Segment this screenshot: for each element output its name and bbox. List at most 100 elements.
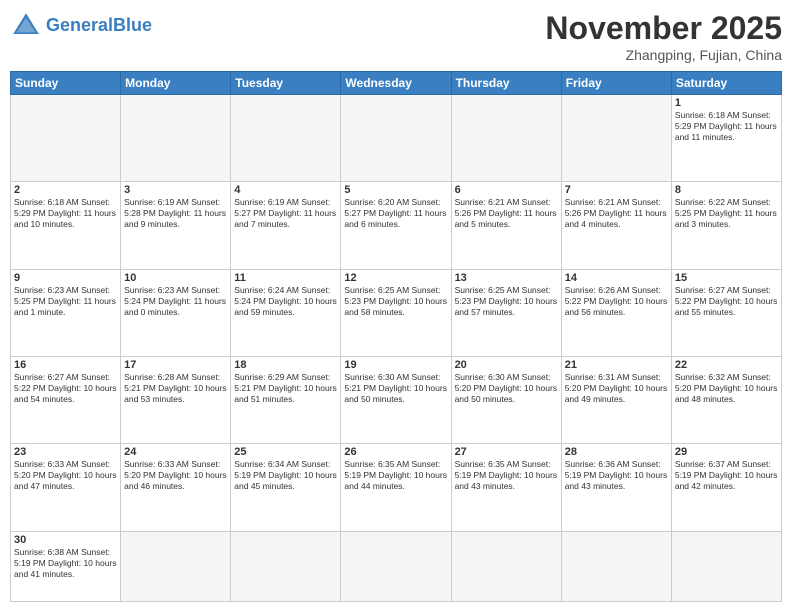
table-row	[341, 531, 451, 601]
table-row	[121, 531, 231, 601]
day-info: Sunrise: 6:35 AM Sunset: 5:19 PM Dayligh…	[455, 459, 558, 492]
day-info: Sunrise: 6:25 AM Sunset: 5:23 PM Dayligh…	[344, 285, 447, 318]
calendar-week-row: 30Sunrise: 6:38 AM Sunset: 5:19 PM Dayli…	[11, 531, 782, 601]
day-info: Sunrise: 6:32 AM Sunset: 5:20 PM Dayligh…	[675, 372, 778, 405]
table-row: 3Sunrise: 6:19 AM Sunset: 5:28 PM Daylig…	[121, 182, 231, 269]
day-number: 20	[455, 359, 558, 371]
table-row: 12Sunrise: 6:25 AM Sunset: 5:23 PM Dayli…	[341, 269, 451, 356]
table-row: 13Sunrise: 6:25 AM Sunset: 5:23 PM Dayli…	[451, 269, 561, 356]
day-info: Sunrise: 6:34 AM Sunset: 5:19 PM Dayligh…	[234, 459, 337, 492]
table-row	[671, 531, 781, 601]
table-row: 26Sunrise: 6:35 AM Sunset: 5:19 PM Dayli…	[341, 444, 451, 531]
table-row: 7Sunrise: 6:21 AM Sunset: 5:26 PM Daylig…	[561, 182, 671, 269]
logo-text: GeneralBlue	[46, 16, 152, 36]
day-number: 9	[14, 272, 117, 284]
day-info: Sunrise: 6:38 AM Sunset: 5:19 PM Dayligh…	[14, 547, 117, 580]
table-row	[231, 531, 341, 601]
calendar-table: Sunday Monday Tuesday Wednesday Thursday…	[10, 71, 782, 602]
day-number: 4	[234, 184, 337, 196]
calendar-week-row: 1Sunrise: 6:18 AM Sunset: 5:29 PM Daylig…	[11, 95, 782, 182]
month-title: November 2025	[545, 10, 782, 47]
table-row: 14Sunrise: 6:26 AM Sunset: 5:22 PM Dayli…	[561, 269, 671, 356]
calendar-week-row: 9Sunrise: 6:23 AM Sunset: 5:25 PM Daylig…	[11, 269, 782, 356]
table-row	[231, 95, 341, 182]
day-number: 18	[234, 359, 337, 371]
logo: GeneralBlue	[10, 10, 152, 42]
table-row: 18Sunrise: 6:29 AM Sunset: 5:21 PM Dayli…	[231, 356, 341, 443]
day-number: 19	[344, 359, 447, 371]
day-info: Sunrise: 6:25 AM Sunset: 5:23 PM Dayligh…	[455, 285, 558, 318]
table-row: 29Sunrise: 6:37 AM Sunset: 5:19 PM Dayli…	[671, 444, 781, 531]
day-number: 28	[565, 446, 668, 458]
table-row: 16Sunrise: 6:27 AM Sunset: 5:22 PM Dayli…	[11, 356, 121, 443]
col-saturday: Saturday	[671, 72, 781, 95]
day-info: Sunrise: 6:18 AM Sunset: 5:29 PM Dayligh…	[14, 197, 117, 230]
col-thursday: Thursday	[451, 72, 561, 95]
day-number: 17	[124, 359, 227, 371]
day-info: Sunrise: 6:20 AM Sunset: 5:27 PM Dayligh…	[344, 197, 447, 230]
day-info: Sunrise: 6:28 AM Sunset: 5:21 PM Dayligh…	[124, 372, 227, 405]
day-number: 2	[14, 184, 117, 196]
day-info: Sunrise: 6:19 AM Sunset: 5:28 PM Dayligh…	[124, 197, 227, 230]
calendar-week-row: 2Sunrise: 6:18 AM Sunset: 5:29 PM Daylig…	[11, 182, 782, 269]
table-row: 30Sunrise: 6:38 AM Sunset: 5:19 PM Dayli…	[11, 531, 121, 601]
day-info: Sunrise: 6:23 AM Sunset: 5:25 PM Dayligh…	[14, 285, 117, 318]
day-info: Sunrise: 6:27 AM Sunset: 5:22 PM Dayligh…	[14, 372, 117, 405]
day-number: 11	[234, 272, 337, 284]
day-info: Sunrise: 6:19 AM Sunset: 5:27 PM Dayligh…	[234, 197, 337, 230]
day-number: 23	[14, 446, 117, 458]
day-info: Sunrise: 6:33 AM Sunset: 5:20 PM Dayligh…	[14, 459, 117, 492]
table-row: 28Sunrise: 6:36 AM Sunset: 5:19 PM Dayli…	[561, 444, 671, 531]
day-info: Sunrise: 6:30 AM Sunset: 5:21 PM Dayligh…	[344, 372, 447, 405]
day-number: 24	[124, 446, 227, 458]
col-monday: Monday	[121, 72, 231, 95]
day-info: Sunrise: 6:37 AM Sunset: 5:19 PM Dayligh…	[675, 459, 778, 492]
day-number: 7	[565, 184, 668, 196]
table-row	[121, 95, 231, 182]
col-friday: Friday	[561, 72, 671, 95]
day-info: Sunrise: 6:22 AM Sunset: 5:25 PM Dayligh…	[675, 197, 778, 230]
day-number: 1	[675, 97, 778, 109]
day-info: Sunrise: 6:27 AM Sunset: 5:22 PM Dayligh…	[675, 285, 778, 318]
day-number: 25	[234, 446, 337, 458]
day-info: Sunrise: 6:36 AM Sunset: 5:19 PM Dayligh…	[565, 459, 668, 492]
table-row: 4Sunrise: 6:19 AM Sunset: 5:27 PM Daylig…	[231, 182, 341, 269]
location: Zhangping, Fujian, China	[545, 47, 782, 63]
day-info: Sunrise: 6:33 AM Sunset: 5:20 PM Dayligh…	[124, 459, 227, 492]
calendar-week-row: 16Sunrise: 6:27 AM Sunset: 5:22 PM Dayli…	[11, 356, 782, 443]
day-info: Sunrise: 6:35 AM Sunset: 5:19 PM Dayligh…	[344, 459, 447, 492]
day-info: Sunrise: 6:31 AM Sunset: 5:20 PM Dayligh…	[565, 372, 668, 405]
day-info: Sunrise: 6:24 AM Sunset: 5:24 PM Dayligh…	[234, 285, 337, 318]
day-number: 14	[565, 272, 668, 284]
table-row: 24Sunrise: 6:33 AM Sunset: 5:20 PM Dayli…	[121, 444, 231, 531]
day-number: 27	[455, 446, 558, 458]
table-row: 10Sunrise: 6:23 AM Sunset: 5:24 PM Dayli…	[121, 269, 231, 356]
table-row: 1Sunrise: 6:18 AM Sunset: 5:29 PM Daylig…	[671, 95, 781, 182]
table-row: 19Sunrise: 6:30 AM Sunset: 5:21 PM Dayli…	[341, 356, 451, 443]
calendar-page: GeneralBlue November 2025 Zhangping, Fuj…	[0, 0, 792, 612]
table-row: 23Sunrise: 6:33 AM Sunset: 5:20 PM Dayli…	[11, 444, 121, 531]
day-number: 12	[344, 272, 447, 284]
col-wednesday: Wednesday	[341, 72, 451, 95]
table-row: 6Sunrise: 6:21 AM Sunset: 5:26 PM Daylig…	[451, 182, 561, 269]
table-row: 15Sunrise: 6:27 AM Sunset: 5:22 PM Dayli…	[671, 269, 781, 356]
table-row: 25Sunrise: 6:34 AM Sunset: 5:19 PM Dayli…	[231, 444, 341, 531]
day-number: 3	[124, 184, 227, 196]
day-number: 16	[14, 359, 117, 371]
day-number: 21	[565, 359, 668, 371]
calendar-week-row: 23Sunrise: 6:33 AM Sunset: 5:20 PM Dayli…	[11, 444, 782, 531]
table-row: 8Sunrise: 6:22 AM Sunset: 5:25 PM Daylig…	[671, 182, 781, 269]
day-number: 13	[455, 272, 558, 284]
day-number: 6	[455, 184, 558, 196]
day-number: 10	[124, 272, 227, 284]
logo-blue: Blue	[113, 15, 152, 35]
day-info: Sunrise: 6:30 AM Sunset: 5:20 PM Dayligh…	[455, 372, 558, 405]
calendar-header-row: Sunday Monday Tuesday Wednesday Thursday…	[11, 72, 782, 95]
day-info: Sunrise: 6:21 AM Sunset: 5:26 PM Dayligh…	[455, 197, 558, 230]
day-info: Sunrise: 6:18 AM Sunset: 5:29 PM Dayligh…	[675, 110, 778, 143]
table-row: 21Sunrise: 6:31 AM Sunset: 5:20 PM Dayli…	[561, 356, 671, 443]
day-info: Sunrise: 6:21 AM Sunset: 5:26 PM Dayligh…	[565, 197, 668, 230]
table-row	[341, 95, 451, 182]
table-row: 20Sunrise: 6:30 AM Sunset: 5:20 PM Dayli…	[451, 356, 561, 443]
logo-icon	[10, 10, 42, 42]
